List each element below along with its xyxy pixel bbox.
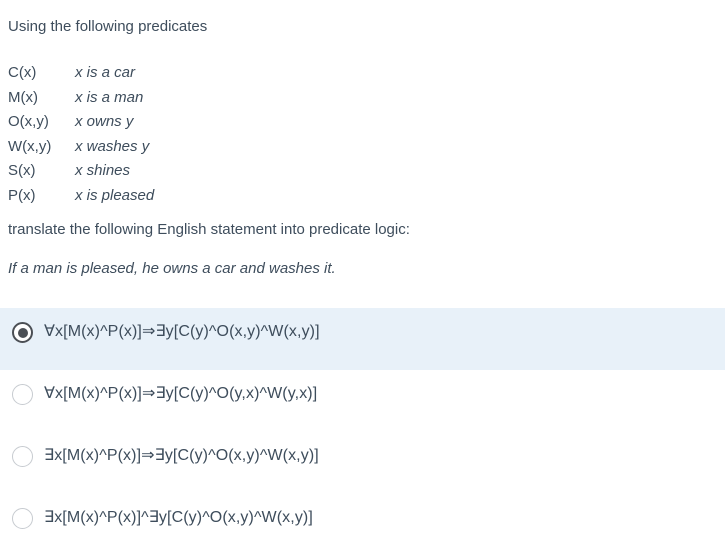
clipped-fragment: · xyxy=(104,0,109,3)
predicate-row: P(x) x is pleased xyxy=(8,184,154,209)
predicate-symbol: W(x,y) xyxy=(8,137,52,155)
answer-option-2-label: ∀x[M(x)^P(x)]⇒∃y[C(y)^O(y,x)^W(y,x)] xyxy=(44,385,318,402)
predicate-description: x washes y xyxy=(75,137,150,155)
answer-option-1[interactable]: ∀x[M(x)^P(x)]⇒∃y[C(y)^O(x,y)^W(x,y)] xyxy=(0,308,725,370)
predicate-symbol: O(x,y) xyxy=(8,113,49,130)
radio-button-3[interactable] xyxy=(12,446,33,467)
clipped-fragment: · xyxy=(168,0,173,3)
predicate-description: x shines xyxy=(75,162,131,179)
question-instruction: translate the following English statemen… xyxy=(8,221,410,238)
predicate-row: O(x,y) x owns y xyxy=(8,110,154,135)
predicate-definition-table: C(x) x is a car M(x) x is a man O(x,y) x… xyxy=(8,61,154,208)
predicate-symbol: C(x) xyxy=(8,64,37,81)
radio-selected-dot xyxy=(17,327,28,338)
predicate-symbol: S(x) xyxy=(8,162,36,179)
predicate-symbol: M(x) xyxy=(8,88,38,106)
predicate-description: x is pleased xyxy=(75,186,155,204)
answer-option-4[interactable]: ∃x[M(x)^P(x)]^∃y[C(y)^O(x,y)^W(x,y)] xyxy=(0,494,725,556)
predicate-description: x owns y xyxy=(75,113,134,130)
question-intro: Using the following predicates xyxy=(8,18,208,35)
radio-button-4[interactable] xyxy=(12,508,33,529)
predicate-description: x is a car xyxy=(75,64,136,81)
predicate-table-body: C(x) x is a car M(x) x is a man O(x,y) x… xyxy=(8,61,154,208)
predicate-row: C(x) x is a car xyxy=(8,61,154,86)
predicate-description: x is a man xyxy=(75,88,144,106)
clipped-fragment: · xyxy=(6,0,11,3)
answer-option-3[interactable]: ∃x[M(x)^P(x)]⇒∃y[C(y)^O(x,y)^W(x,y)] xyxy=(0,432,725,494)
answer-option-2[interactable]: ∀x[M(x)^P(x)]⇒∃y[C(y)^O(y,x)^W(y,x)] xyxy=(0,370,725,432)
clipped-text-sliver: · · · · xyxy=(0,0,725,3)
clipped-fragment: · xyxy=(126,0,131,3)
predicate-row: W(x,y) x washes y xyxy=(8,135,154,160)
english-statement: If a man is pleased, he owns a car and w… xyxy=(8,260,336,277)
predicate-row: M(x) x is a man xyxy=(8,86,154,111)
predicate-row: S(x) x shines xyxy=(8,159,154,184)
answer-option-1-label: ∀x[M(x)^P(x)]⇒∃y[C(y)^O(x,y)^W(x,y)] xyxy=(44,323,320,340)
radio-button-2[interactable] xyxy=(12,384,33,405)
radio-button-1[interactable] xyxy=(12,322,33,343)
answer-option-4-label: ∃x[M(x)^P(x)]^∃y[C(y)^O(x,y)^W(x,y)] xyxy=(44,509,313,526)
answer-options-group: ∀x[M(x)^P(x)]⇒∃y[C(y)^O(x,y)^W(x,y)] ∀x[… xyxy=(0,308,725,556)
answer-option-3-label: ∃x[M(x)^P(x)]⇒∃y[C(y)^O(x,y)^W(x,y)] xyxy=(44,447,319,464)
predicate-symbol: P(x) xyxy=(8,186,36,204)
